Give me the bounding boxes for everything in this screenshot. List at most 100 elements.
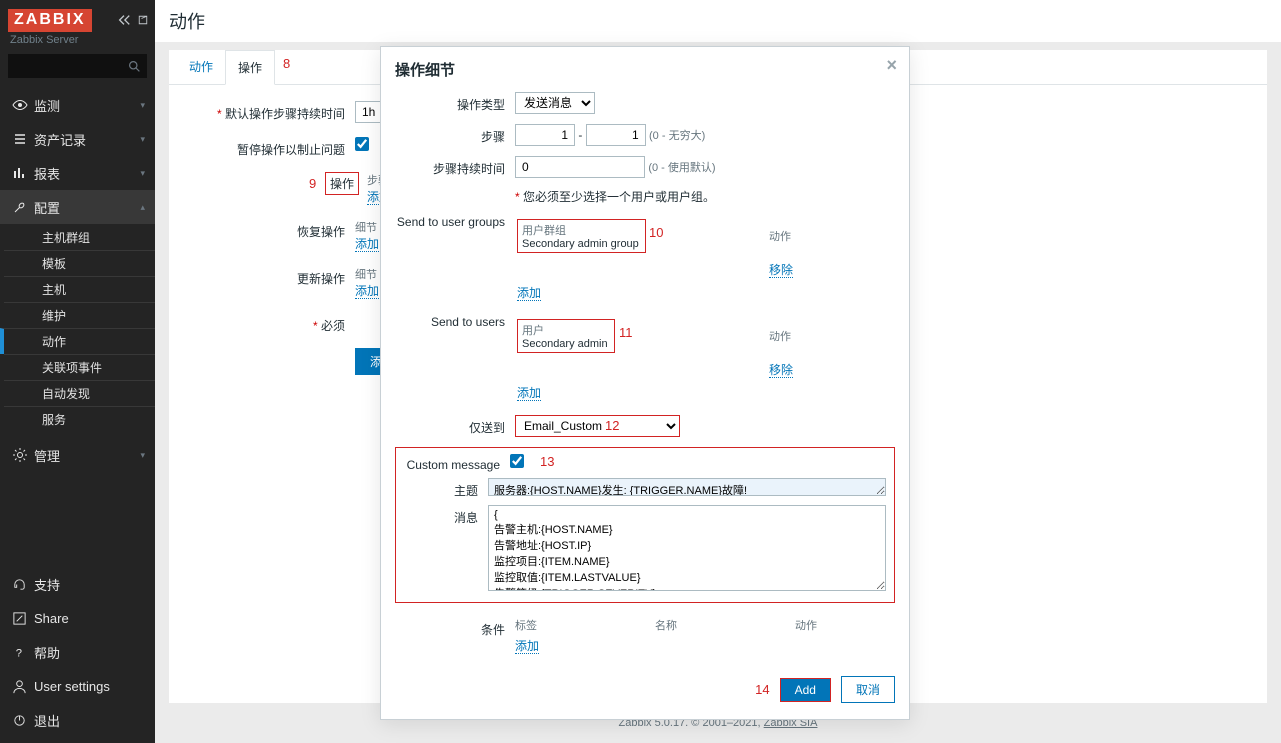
subject-label: 主题 — [398, 478, 488, 499]
annot-13: 13 — [540, 454, 554, 469]
svg-text:?: ? — [16, 647, 22, 659]
foot-logout-label: 退出 — [34, 711, 60, 730]
action-header: 动作 — [769, 217, 893, 257]
groups-add-link[interactable]: 添加 — [517, 286, 541, 301]
recover-label: 恢复操作 — [297, 225, 345, 239]
foot-help-label: 帮助 — [34, 643, 60, 662]
default-duration-label: 默认操作步骤持续时间 — [225, 107, 345, 121]
subnav-event[interactable]: 关联项事件 — [4, 354, 155, 380]
foot-usersettings[interactable]: User settings — [0, 669, 155, 703]
modal-title: 操作细节 — [395, 62, 455, 79]
nav-admin-label: 管理 — [34, 446, 60, 465]
nav-monitor-label: 监测 — [34, 96, 60, 115]
custommsg-checkbox[interactable] — [510, 454, 524, 468]
send-groups-label: Send to user groups — [395, 215, 515, 305]
update-add-link[interactable]: 添加 — [355, 284, 379, 299]
step-to-input[interactable] — [586, 124, 646, 146]
nav-report-label: 报表 — [34, 164, 60, 183]
tab-action[interactable]: 动作 — [177, 50, 225, 84]
message-label: 消息 — [398, 505, 488, 594]
pause-checkbox[interactable] — [355, 137, 369, 151]
optype-select[interactable]: 发送消息 — [515, 92, 595, 114]
steps-hint: (0 - 无穷大) — [649, 130, 705, 142]
page-title: 动作 — [155, 0, 1281, 42]
foot-share[interactable]: Share — [0, 601, 155, 635]
user-icon — [12, 679, 34, 694]
nav-monitor[interactable]: 监测 ▾ — [0, 88, 155, 122]
collapse-icon[interactable] — [117, 13, 131, 27]
cond-label: 条件 — [395, 617, 515, 654]
annot-9: 9 — [309, 176, 316, 191]
subnav-maintain[interactable]: 维护 — [4, 302, 155, 328]
close-icon[interactable]: × — [886, 55, 897, 76]
search-input[interactable] — [14, 59, 128, 73]
message-input[interactable]: { 告警主机:{HOST.NAME} 告警地址:{HOST.IP} 监控项目:{… — [488, 505, 886, 591]
share-icon — [12, 611, 34, 626]
sendto-select[interactable]: Email_Custom — [515, 415, 680, 437]
users-header: 用户 — [522, 322, 608, 338]
annot-8: 8 — [283, 56, 290, 84]
foot-help[interactable]: ? 帮助 — [0, 635, 155, 669]
recover-col: 细节 — [355, 219, 379, 235]
subnav-action[interactable]: 动作 — [0, 328, 155, 354]
pause-label: 暂停操作以制止问题 — [237, 143, 345, 157]
subnav-hostgroup[interactable]: 主机群组 — [4, 224, 155, 250]
annot-11: 11 — [619, 325, 633, 340]
group-row: Secondary admin group — [522, 238, 639, 250]
chevron-down-icon: ▾ — [140, 450, 145, 461]
duration-hint: (0 - 使用默认) — [648, 162, 715, 174]
cond-h2: 名称 — [655, 617, 795, 633]
subnav-discovery[interactable]: 自动发现 — [4, 380, 155, 406]
duration-label: 步骤持续时间 — [395, 156, 515, 178]
tab-operation[interactable]: 操作 — [225, 50, 275, 85]
recover-add-link[interactable]: 添加 — [355, 237, 379, 252]
chevron-down-icon: ▾ — [140, 168, 145, 179]
nav-config[interactable]: 配置 ▴ — [0, 190, 155, 224]
update-col: 细节 — [355, 266, 379, 282]
chevron-up-icon: ▴ — [140, 202, 145, 213]
groups-header: 用户群组 — [522, 222, 639, 238]
search-icon[interactable] — [128, 60, 141, 73]
step-from-input[interactable] — [515, 124, 575, 146]
duration-input[interactable] — [515, 156, 645, 178]
default-duration-input[interactable] — [355, 101, 383, 123]
subnav-service[interactable]: 服务 — [4, 406, 155, 432]
update-label: 更新操作 — [297, 272, 345, 286]
chevron-down-icon: ▾ — [140, 100, 145, 111]
ops-label: 操作 — [330, 177, 354, 191]
users-action-header: 动作 — [769, 317, 893, 357]
modal-cancel-button[interactable]: 取消 — [841, 676, 895, 703]
nav-admin[interactable]: 管理 ▾ — [0, 438, 155, 472]
cond-add-link[interactable]: 添加 — [515, 639, 539, 654]
foot-usersettings-label: User settings — [34, 679, 110, 694]
chevron-down-icon: ▾ — [140, 134, 145, 145]
subnav-host[interactable]: 主机 — [4, 276, 155, 302]
user-row: Secondary admin — [522, 338, 608, 350]
user-remove-link[interactable]: 移除 — [769, 363, 793, 378]
chart-icon — [12, 165, 34, 181]
annot-14: 14 — [755, 682, 769, 697]
sidebar: ZABBIX Zabbix Server 监测 ▾ 资产记录 ▾ — [0, 0, 155, 743]
foot-logout[interactable]: 退出 — [0, 703, 155, 737]
gear-icon — [12, 447, 34, 463]
nav-inventory[interactable]: 资产记录 ▾ — [0, 122, 155, 156]
nav-report[interactable]: 报表 ▾ — [0, 156, 155, 190]
popout-icon[interactable] — [137, 14, 149, 26]
foot-support[interactable]: 支持 — [0, 567, 155, 601]
help-icon: ? — [12, 645, 34, 660]
modal-add-button[interactable]: Add — [780, 678, 831, 702]
annot-10: 10 — [649, 225, 663, 240]
group-remove-link[interactable]: 移除 — [769, 263, 793, 278]
cond-h1: 标签 — [515, 617, 655, 633]
foot-share-label: Share — [34, 611, 69, 626]
custommsg-label: Custom message — [398, 454, 510, 472]
brand-logo[interactable]: ZABBIX — [8, 9, 92, 32]
server-label: Zabbix Server — [0, 34, 155, 46]
search-box[interactable] — [8, 54, 147, 78]
users-add-link[interactable]: 添加 — [517, 386, 541, 401]
operation-detail-modal: 操作细节 × 操作类型 发送消息 步骤 - (0 - 无穷大) — [380, 46, 910, 720]
list-icon — [12, 131, 34, 147]
subnav-template[interactable]: 模板 — [4, 250, 155, 276]
subject-input[interactable]: 服务器:{HOST.NAME}发生: {TRIGGER.NAME}故障! — [488, 478, 886, 496]
power-icon — [12, 713, 34, 728]
